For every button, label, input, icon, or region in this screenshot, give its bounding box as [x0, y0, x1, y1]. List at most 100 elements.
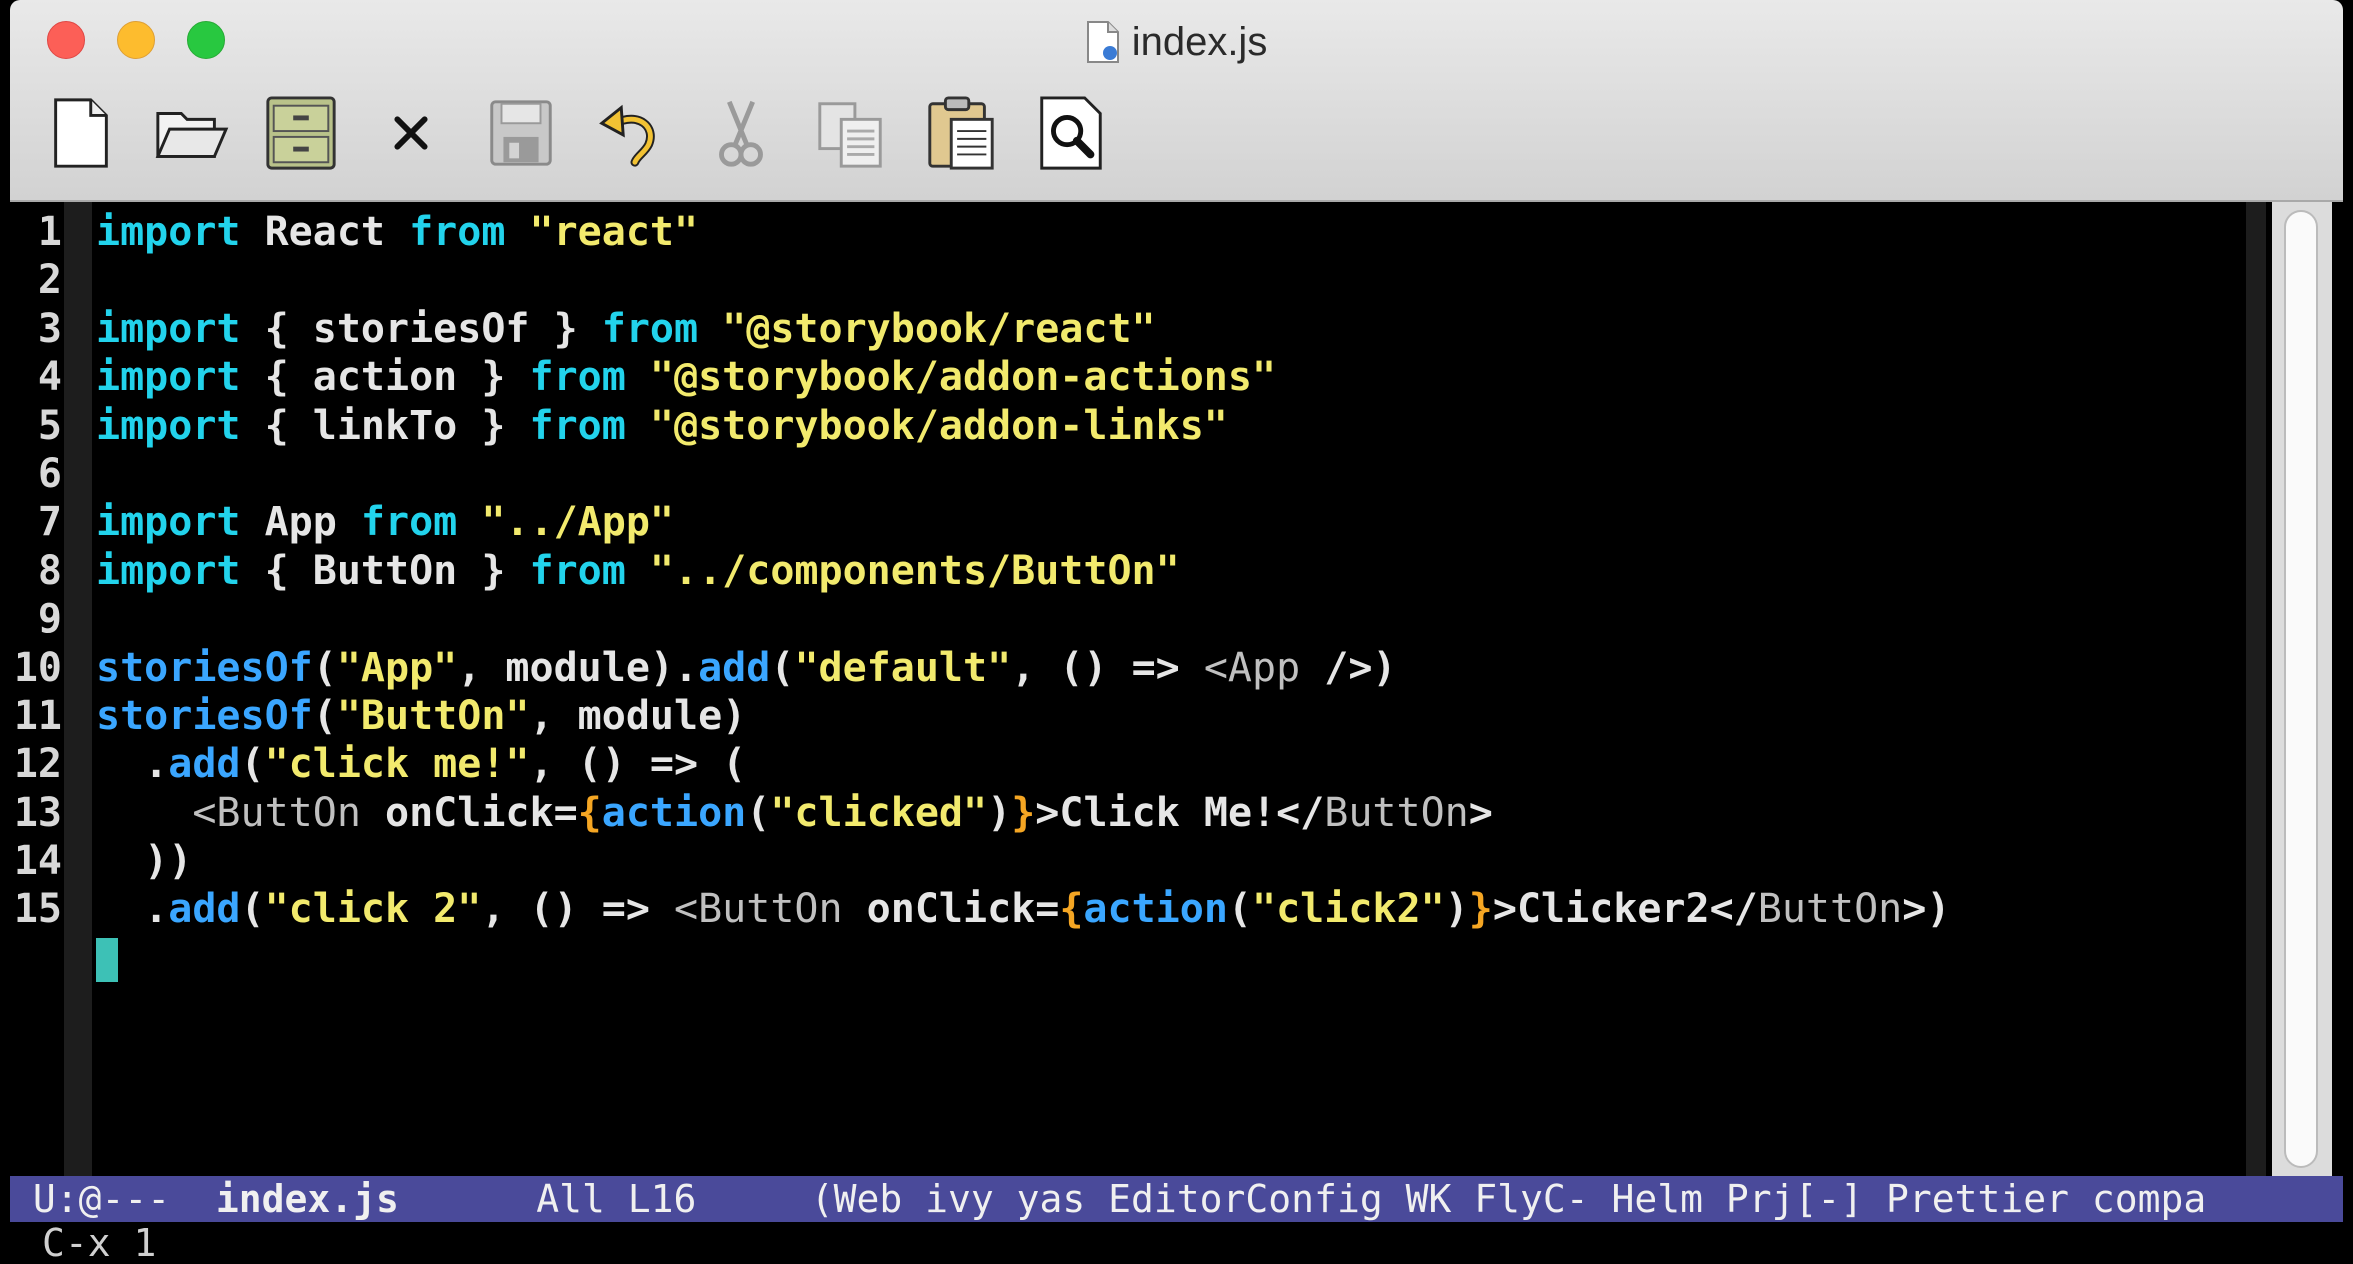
- code-token: "click 2": [264, 886, 482, 933]
- vertical-scrollbar[interactable]: [2272, 202, 2332, 1176]
- code-token: from: [529, 402, 626, 449]
- title-bar: index.js: [10, 0, 2343, 202]
- code-line[interactable]: 12 .add("click me!", () => (: [10, 740, 1950, 788]
- code-token: "@storybook/addon-actions": [649, 354, 1277, 401]
- line-number: 5: [37, 402, 62, 449]
- toolbar: [40, 88, 1140, 178]
- search-button[interactable]: [1030, 92, 1112, 174]
- code-token: add: [168, 886, 241, 933]
- code-token: from: [529, 547, 626, 594]
- line-number: 9: [37, 596, 62, 643]
- editor-area[interactable]: 1 import React from "react" 2 3 import { sto…: [10, 202, 2343, 1176]
- line-number: 13: [13, 789, 62, 836]
- code-token: (: [770, 644, 795, 691]
- document-icon: [1086, 21, 1119, 63]
- cut-button[interactable]: [700, 92, 782, 174]
- code-token: <App: [1203, 644, 1301, 691]
- code-line[interactable]: 9: [10, 595, 1950, 643]
- open-file-button[interactable]: [150, 92, 232, 174]
- code-line[interactable]: 7 import App from "../App": [10, 498, 1950, 546]
- code-token: (: [240, 741, 265, 788]
- right-fringe: [2246, 202, 2266, 1176]
- code-line-text: import { linkTo } from "@storybook/addon…: [96, 402, 1228, 450]
- code-line[interactable]: 8 import { ButtOn } from "../components/B…: [10, 547, 1950, 595]
- code-token: "App": [336, 644, 458, 691]
- minibuffer[interactable]: C-x 1: [10, 1221, 2343, 1264]
- code-token: , () =>: [481, 886, 674, 933]
- paste-icon: [928, 96, 994, 170]
- code-token: {: [1059, 886, 1084, 933]
- code-line[interactable]: 15 .add("click 2", () => <ButtOn onClick…: [10, 885, 1951, 933]
- code-line[interactable]: [10, 934, 1950, 982]
- code-token: import: [96, 402, 241, 449]
- paste-button[interactable]: [920, 92, 1002, 174]
- code-line-text: )): [96, 837, 192, 885]
- code-token: action: [1083, 886, 1228, 933]
- code-token: import: [96, 305, 241, 352]
- code-line[interactable]: 6: [10, 450, 1950, 498]
- code-token: storiesOf: [96, 644, 313, 691]
- code-token: onClick=: [360, 789, 578, 836]
- new-file-button[interactable]: [40, 92, 122, 174]
- line-number: 8: [37, 547, 62, 594]
- code-line[interactable]: 5 import { linkTo } from "@storybook/addo…: [10, 402, 1950, 450]
- open-folder-icon: [155, 112, 229, 158]
- code-line-text: storiesOf("App", module).add("default", …: [96, 644, 1397, 692]
- code-token: >Click Me!</: [1035, 789, 1325, 836]
- code-line-text: import { storiesOf } from "@storybook/re…: [96, 305, 1156, 353]
- line-number: 14: [13, 838, 62, 885]
- code-line[interactable]: 10 storiesOf("App", module).add("default"…: [10, 644, 1950, 692]
- save-button[interactable]: [480, 92, 562, 174]
- window-title: index.js: [10, 14, 2343, 70]
- code-token: { linkTo }: [240, 402, 530, 449]
- code-token: ButtOn: [1757, 886, 1903, 933]
- code-token: "ButtOn": [336, 692, 530, 739]
- code-token: "react": [529, 209, 699, 255]
- code-line-text: import { ButtOn } from "../components/Bu…: [96, 547, 1180, 595]
- kill-buffer-button[interactable]: [370, 92, 452, 174]
- code-token: "../App": [481, 499, 674, 546]
- code-line-text: import { action } from "@storybook/addon…: [96, 353, 1276, 401]
- modeline-state: U:@---: [10, 1177, 216, 1221]
- line-number: [10, 934, 64, 982]
- code-token: (: [312, 644, 337, 691]
- code-token: "@storybook/react": [722, 305, 1156, 352]
- dired-button[interactable]: [260, 92, 342, 174]
- code-line[interactable]: 2: [10, 256, 1950, 304]
- code-line[interactable]: 13 <ButtOn onClick={action("clicked")}>C…: [10, 789, 1950, 837]
- code-token: "@storybook/addon-links": [649, 402, 1228, 449]
- code-token: )): [96, 838, 193, 885]
- code-token: from: [409, 209, 506, 255]
- code-token: from: [529, 354, 626, 401]
- code-line-text: storiesOf("ButtOn", module): [96, 692, 746, 740]
- code-token: <ButtOn: [192, 789, 361, 836]
- code-line[interactable]: 3 import { storiesOf } from "@storybook/r…: [10, 305, 1950, 353]
- scrollbar-thumb[interactable]: [2284, 210, 2318, 1168]
- modeline-buffer-name[interactable]: index.js: [216, 1177, 399, 1221]
- code-line[interactable]: 1 import React from "react": [10, 208, 1950, 256]
- code-line-text: .add("click 2", () => <ButtOn onClick={a…: [96, 885, 1950, 933]
- code-line[interactable]: 4 import { action } from "@storybook/addo…: [10, 353, 1950, 401]
- modeline-modes[interactable]: (Web ivy yas EditorConfig WK FlyC- Helm …: [811, 1177, 2207, 1221]
- undo-button[interactable]: [590, 92, 672, 174]
- copy-button[interactable]: [810, 92, 892, 174]
- code-token: { ButtOn }: [240, 547, 530, 594]
- mode-line: U:@--- index.js All L16 (Web ivy yas Edi…: [10, 1176, 2343, 1222]
- code-token: ): [987, 789, 1012, 836]
- code-line[interactable]: 11 storiesOf("ButtOn", module): [10, 692, 1950, 740]
- code-line-text: <ButtOn onClick={action("clicked")}>Clic…: [96, 789, 1493, 837]
- code-token: >): [1902, 886, 1951, 933]
- code-token: { storiesOf }: [240, 305, 602, 352]
- code-token: "clicked": [770, 789, 988, 836]
- file-cabinet-icon: [266, 96, 336, 170]
- code-buffer[interactable]: 1 import React from "react" 2 3 import { sto…: [10, 208, 1950, 982]
- code-line[interactable]: 14 )): [10, 837, 1950, 885]
- code-token: storiesOf: [96, 692, 313, 739]
- code-token: from: [360, 499, 458, 546]
- code-token: }: [1011, 789, 1036, 836]
- line-number: 6: [37, 450, 62, 497]
